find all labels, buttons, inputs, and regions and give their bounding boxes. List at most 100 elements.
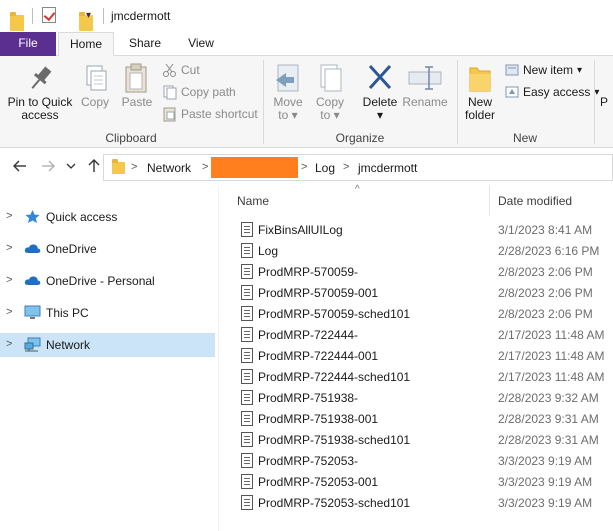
- cut-button[interactable]: Cut: [162, 60, 200, 80]
- file-date: 2/8/2023 2:06 PM: [498, 265, 593, 279]
- file-date: 2/28/2023 6:16 PM: [498, 244, 600, 258]
- pin-icon: [31, 66, 52, 89]
- expand-chevron-icon[interactable]: >: [6, 338, 12, 350]
- nav-item-onedrive[interactable]: > OneDrive: [0, 237, 215, 261]
- column-header-date-modified[interactable]: Date modified: [498, 194, 572, 208]
- rename-button[interactable]: Rename: [402, 62, 448, 109]
- file-row[interactable]: ProdMRP-751938- 2/28/2023 9:32 AM: [219, 388, 613, 409]
- file-row[interactable]: ProdMRP-570059-001 2/8/2023 2:06 PM: [219, 283, 613, 304]
- nav-item-onedrive-personal[interactable]: > OneDrive - Personal: [0, 269, 215, 293]
- paste-icon: [125, 63, 147, 93]
- new-item-icon: [504, 62, 520, 78]
- file-date: 2/8/2023 2:06 PM: [498, 307, 593, 321]
- file-row[interactable]: ProdMRP-752053-001 3/3/2023 9:19 AM: [219, 472, 613, 493]
- properties-icon[interactable]: [42, 7, 56, 23]
- new-folder-label-line2: folder: [464, 108, 496, 122]
- file-row[interactable]: ProdMRP-751938-sched101 2/28/2023 9:31 AM: [219, 430, 613, 451]
- file-row[interactable]: ProdMRP-722444-sched101 2/17/2023 11:48 A…: [219, 367, 613, 388]
- expand-chevron-icon[interactable]: >: [6, 210, 12, 222]
- tab-home[interactable]: Home: [58, 32, 114, 57]
- file-name: ProdMRP-570059-: [258, 265, 359, 279]
- text-file-icon: [241, 264, 253, 279]
- expand-chevron-icon[interactable]: >: [6, 306, 12, 318]
- breadcrumb-jmcdermott[interactable]: jmcdermott: [358, 161, 417, 175]
- file-date: 2/17/2023 11:48 AM: [498, 349, 605, 363]
- move-to-icon: [276, 64, 299, 92]
- expand-chevron-icon[interactable]: >: [6, 242, 12, 254]
- paste-button[interactable]: Paste: [116, 62, 158, 109]
- nav-item-network[interactable]: > Network: [0, 333, 215, 357]
- file-row[interactable]: Log 2/28/2023 6:16 PM: [219, 241, 613, 262]
- text-file-icon: [241, 432, 253, 447]
- breadcrumb-chevron-icon[interactable]: >: [343, 161, 349, 173]
- breadcrumb-chevron-icon[interactable]: >: [202, 161, 208, 173]
- copy-path-button[interactable]: Copy path: [162, 82, 236, 102]
- open-group-truncated-button[interactable]: P: [600, 96, 613, 109]
- up-arrow-icon[interactable]: [87, 159, 101, 173]
- rename-icon: [408, 66, 442, 90]
- file-date: 2/28/2023 9:31 AM: [498, 433, 599, 447]
- paste-shortcut-icon: [162, 106, 178, 122]
- recent-locations-chevron-icon[interactable]: [66, 162, 76, 170]
- text-file-icon: [241, 390, 253, 405]
- column-header-name[interactable]: Name: [237, 194, 269, 208]
- pin-to-quick-access-button[interactable]: Pin to Quick access: [4, 62, 76, 122]
- column-header-separator[interactable]: [489, 186, 490, 216]
- copy-to-button[interactable]: Copy to ▾: [310, 62, 350, 122]
- text-file-icon: [241, 411, 253, 426]
- file-row[interactable]: ProdMRP-570059- 2/8/2023 2:06 PM: [219, 262, 613, 283]
- tab-file[interactable]: File: [0, 32, 56, 56]
- copy-button[interactable]: Copy: [76, 62, 114, 109]
- address-bar[interactable]: > Network > > Log > jmcdermott: [103, 154, 613, 181]
- file-name: ProdMRP-752053-: [258, 454, 359, 468]
- file-row[interactable]: ProdMRP-751938-001 2/28/2023 9:31 AM: [219, 409, 613, 430]
- file-row[interactable]: ProdMRP-722444- 2/17/2023 11:48 AM: [219, 325, 613, 346]
- paste-label: Paste: [121, 95, 153, 109]
- text-file-icon: [241, 453, 253, 468]
- navigation-bar: > Network > > Log > jmcdermott: [0, 150, 613, 186]
- tab-view[interactable]: View: [175, 32, 227, 56]
- forward-arrow-icon[interactable]: [41, 159, 55, 173]
- move-to-button[interactable]: Move to ▾: [268, 62, 308, 122]
- file-name: ProdMRP-751938-: [258, 391, 359, 405]
- new-folder-button[interactable]: New folder: [460, 62, 500, 122]
- new-item-dropdown-caret[interactable]: ▾: [577, 65, 582, 76]
- file-name: ProdMRP-751938-sched101: [258, 433, 411, 447]
- file-date: 3/3/2023 9:19 AM: [498, 475, 593, 489]
- file-row[interactable]: ProdMRP-752053- 3/3/2023 9:19 AM: [219, 451, 613, 472]
- breadcrumb-log[interactable]: Log: [315, 161, 335, 175]
- new-item-label: New item: [523, 63, 574, 77]
- tab-share[interactable]: Share: [117, 32, 173, 56]
- file-row[interactable]: ProdMRP-570059-sched101 2/8/2023 2:06 PM: [219, 304, 613, 325]
- text-file-icon: [241, 306, 253, 321]
- easy-access-dropdown-caret[interactable]: ▾: [594, 87, 599, 98]
- network-icon: [24, 337, 41, 352]
- expand-chevron-icon[interactable]: >: [6, 274, 12, 286]
- file-row[interactable]: ProdMRP-722444-001 2/17/2023 11:48 AM: [219, 346, 613, 367]
- file-row[interactable]: ProdMRP-752053-sched101 3/3/2023 9:19 AM: [219, 493, 613, 514]
- delete-dropdown-caret[interactable]: ▾: [360, 109, 400, 122]
- text-file-icon: [241, 495, 253, 510]
- redacted-breadcrumb[interactable]: [211, 157, 298, 178]
- back-arrow-icon[interactable]: [13, 159, 27, 173]
- nav-item-quick-access[interactable]: > Quick access: [0, 205, 215, 229]
- file-date: 2/28/2023 9:31 AM: [498, 412, 599, 426]
- cut-label: Cut: [181, 63, 200, 77]
- file-date: 3/3/2023 9:19 AM: [498, 496, 593, 510]
- breadcrumb-chevron-icon[interactable]: >: [131, 161, 137, 173]
- paste-shortcut-button[interactable]: Paste shortcut: [162, 104, 258, 124]
- new-item-button[interactable]: New item ▾: [504, 60, 582, 80]
- breadcrumb-network[interactable]: Network: [147, 161, 191, 175]
- nav-item-this-pc[interactable]: > This PC: [0, 301, 215, 325]
- delete-button[interactable]: Delete ▾: [360, 62, 400, 122]
- file-date: 2/8/2023 2:06 PM: [498, 286, 593, 300]
- ribbon: Pin to Quick access Copy Paste Cut Copy …: [0, 56, 613, 148]
- quick-access-toolbar-dropdown[interactable]: ▾: [86, 10, 91, 21]
- file-name: ProdMRP-752053-sched101: [258, 496, 411, 510]
- clipboard-group-label: Clipboard: [105, 131, 157, 145]
- file-row[interactable]: FixBinsAllUILog 3/1/2023 8:41 AM: [219, 220, 613, 241]
- breadcrumb-chevron-icon[interactable]: >: [301, 161, 307, 173]
- file-date: 2/17/2023 11:48 AM: [498, 328, 605, 342]
- organize-group-label: Organize: [335, 131, 385, 145]
- easy-access-button[interactable]: Easy access ▾: [504, 82, 599, 102]
